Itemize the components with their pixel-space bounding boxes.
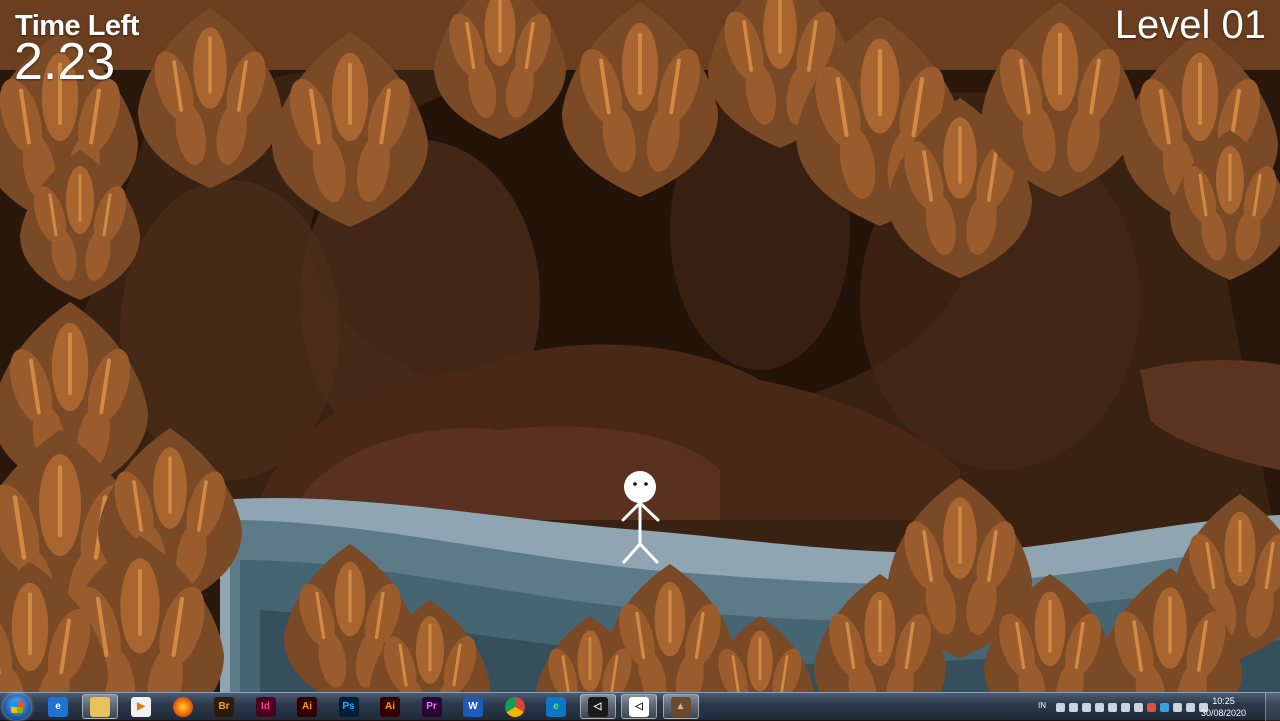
firefox-icon [172,696,193,717]
chat-tray-icon[interactable] [1121,702,1130,712]
microsoft-edge-icon: e [546,696,566,717]
taskbar-adobe-premiere-button[interactable]: Pr [414,694,450,719]
taskbar-file-explorer-button[interactable] [81,694,118,719]
system-clock[interactable]: 10:25 30/08/2020 [1201,695,1246,719]
windows-taskbar: e ▶ Br Id Ai Ps Ai Pr We ◁ ◁ ▲ IN 10:25 30/08/2020 [0,692,1280,721]
media-player-icon: ▶ [131,696,151,717]
taskbar-unity-editor-button[interactable]: ◁ [621,694,657,719]
cloud-tray-icon[interactable] [1095,702,1104,712]
adobe-bridge-icon: Br [214,696,234,717]
microsoft-word-icon: W [463,696,483,717]
taskbar-microsoft-word-button[interactable]: W [455,694,491,719]
adobe-photoshop-icon: Ps [338,696,359,717]
security-tray-icon[interactable] [1147,702,1156,712]
unity-editor-icon: ◁ [629,696,649,717]
taskbar-unity-hub-button[interactable]: ◁ [579,694,616,719]
taskbar-adobe-indesign-button[interactable]: Id [248,694,284,719]
level-indicator: Level 01 [1114,3,1266,47]
time-left-value: 2.23 [14,33,116,91]
game-viewport[interactable] [0,0,1280,692]
volume-tray-icon[interactable] [1108,702,1117,712]
taskbar-media-player-button[interactable]: ▶ [123,694,159,719]
globe-tray-icon[interactable] [1160,702,1169,712]
taskbar-internet-explorer-button[interactable]: e [40,694,76,719]
clock-time: 10:25 [1212,696,1235,706]
flag-tray-icon[interactable] [1186,702,1195,712]
shield-tray-icon[interactable] [1173,702,1182,712]
google-chrome-icon [504,696,525,717]
network-tray-icon[interactable] [1069,702,1078,712]
taskbar-game-window-button[interactable]: ▲ [662,694,699,719]
file-explorer-icon [89,696,110,717]
taskbar-microsoft-edge-button[interactable]: e [538,694,574,719]
taskbar-adobe-illustrator-pinned-button[interactable]: Ai [289,694,325,719]
adobe-illustrator-icon: Ai [380,696,400,717]
show-desktop-button[interactable] [1265,693,1280,721]
taskbar-google-chrome-button[interactable] [497,694,533,719]
game-window-icon: ▲ [670,696,691,717]
taskbar-adobe-photoshop-button[interactable]: Ps [331,694,367,719]
taskbar-firefox-button[interactable] [165,694,201,719]
unity-hub-icon: ◁ [587,696,608,717]
taskbar-adobe-bridge-button[interactable]: Br [206,694,242,719]
usb-tray-icon[interactable] [1082,702,1091,712]
cave-background [0,0,1280,692]
adobe-indesign-icon: Id [255,696,276,717]
adobe-premiere-icon: Pr [421,696,442,717]
sync-tray-icon[interactable] [1134,702,1143,712]
taskbar-adobe-illustrator-button[interactable]: Ai [372,694,408,719]
start-button[interactable] [3,694,31,720]
adobe-illustrator-pinned-icon: Ai [297,696,317,717]
language-indicator[interactable]: IN [1038,701,1046,710]
system-tray [1056,699,1208,715]
unity-tray-icon[interactable] [1056,702,1065,712]
clock-date: 30/08/2020 [1200,708,1246,718]
internet-explorer-icon: e [48,696,68,717]
